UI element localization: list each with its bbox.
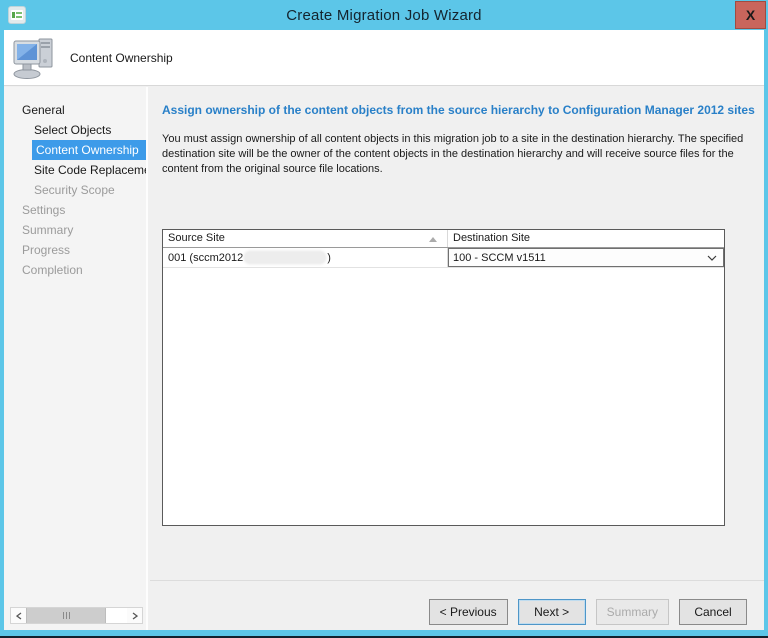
nav-item-general[interactable]: General [4, 100, 146, 120]
cancel-button[interactable]: Cancel [679, 599, 747, 625]
page-description: You must assign ownership of all content… [162, 132, 750, 177]
nav-item-select-objects[interactable]: Select Objects [4, 120, 146, 140]
nav-item-security-scope: Security Scope [4, 180, 146, 200]
destination-site-dropdown[interactable]: 100 - SCCM v1511 [448, 248, 724, 267]
window-title: Create Migration Job Wizard [286, 7, 481, 24]
content-ownership-table: Source Site Destination Site 001 (sccm20… [162, 229, 725, 526]
sort-ascending-icon [429, 237, 437, 242]
page-heading: Assign ownership of the content objects … [162, 103, 764, 117]
computer-icon [12, 35, 58, 80]
chevron-down-icon [701, 255, 723, 261]
scrollbar-track[interactable] [106, 608, 127, 623]
page-content: Assign ownership of the content objects … [150, 87, 764, 630]
window-body: Content Ownership General Select Objects… [4, 30, 764, 630]
table-header: Source Site Destination Site [163, 230, 724, 248]
nav-item-summary: Summary [4, 220, 146, 240]
nav-item-completion: Completion [4, 260, 146, 280]
nav-item-settings: Settings [4, 200, 146, 220]
nav-horizontal-scrollbar[interactable] [10, 607, 143, 624]
wizard-nav: General Select Objects Content Ownership… [4, 87, 148, 630]
scroll-right-icon[interactable] [127, 608, 142, 623]
titlebar[interactable]: Create Migration Job Wizard X [0, 0, 768, 30]
wizard-footer: < Previous Next > Summary Cancel [150, 580, 764, 630]
page-title: Content Ownership [70, 51, 173, 65]
redacted-text [245, 252, 325, 263]
destination-site-cell: 100 - SCCM v1511 [448, 248, 724, 267]
wizard-window-icon [8, 6, 26, 24]
nav-item-content-ownership[interactable]: Content Ownership [32, 140, 146, 160]
next-button[interactable]: Next > [518, 599, 586, 625]
column-header-source-site[interactable]: Source Site [163, 230, 448, 247]
nav-item-progress: Progress [4, 240, 146, 260]
column-header-destination-site[interactable]: Destination Site [448, 230, 724, 247]
close-button[interactable]: X [735, 1, 766, 29]
source-site-cell[interactable]: 001 (sccm2012) [163, 248, 448, 267]
wizard-header: Content Ownership [4, 30, 764, 86]
table-row: 001 (sccm2012) 100 - SCCM v1511 [163, 248, 724, 268]
nav-item-site-code-replacement[interactable]: Site Code Replacement [4, 160, 146, 180]
previous-button[interactable]: < Previous [429, 599, 508, 625]
scrollbar-thumb[interactable] [26, 608, 106, 623]
scroll-left-icon[interactable] [11, 608, 26, 623]
wizard-window: Create Migration Job Wizard X Content Ow… [0, 0, 768, 638]
summary-button: Summary [596, 599, 669, 625]
